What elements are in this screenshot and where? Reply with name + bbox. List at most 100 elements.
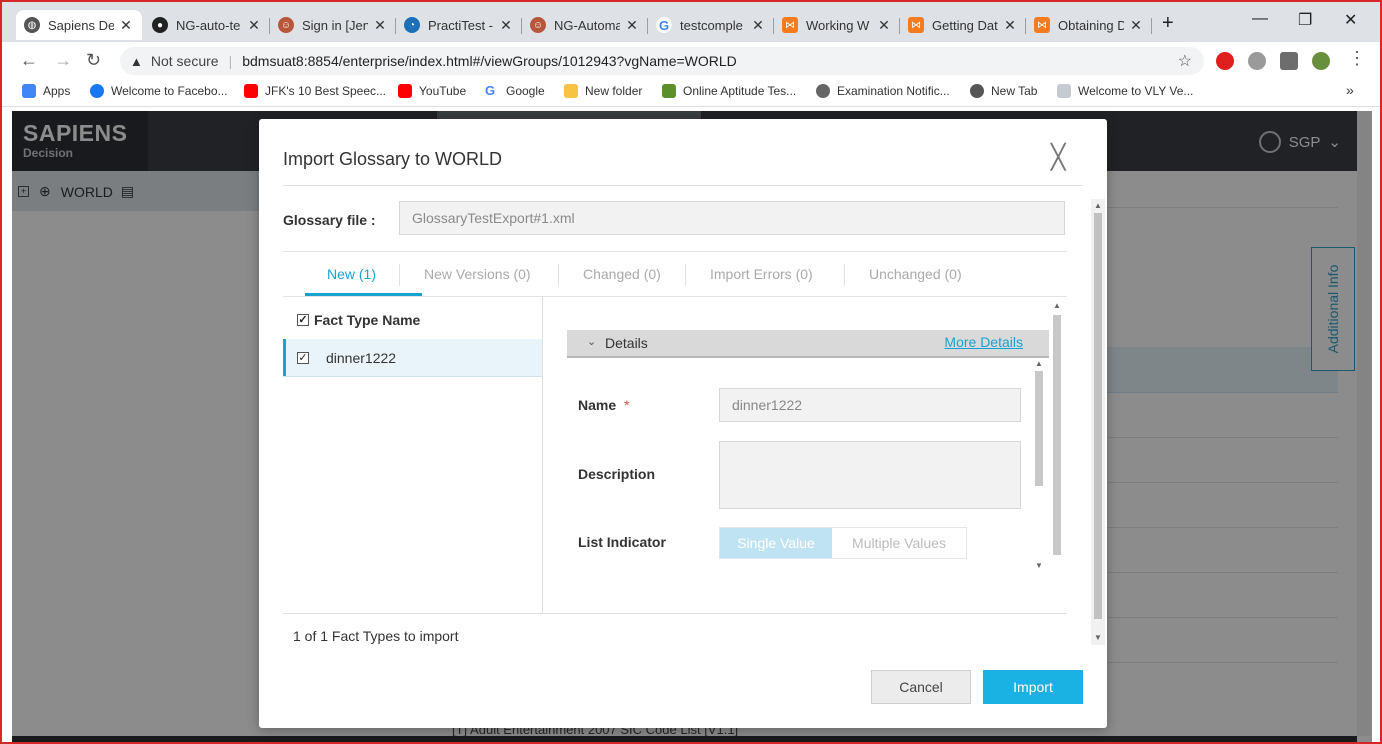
emblem-icon [816, 84, 830, 98]
browser-tab-strip: ◍ Sapiens De ✕ ● NG-auto-te ✕ ☺ Sign in … [2, 2, 1380, 42]
facebook-icon [90, 84, 104, 98]
youtube-icon [244, 84, 258, 98]
browser-tab-jenkins-signin[interactable]: ☺ Sign in [Jen ✕ [270, 10, 396, 40]
browser-menu-icon[interactable]: ⋮ [1348, 48, 1366, 69]
close-icon[interactable]: ╳ [1051, 146, 1065, 170]
youtube-icon [398, 84, 412, 98]
puzzle-icon[interactable] [1280, 52, 1298, 70]
security-status: Not secure [150, 53, 219, 69]
chevron-down-icon: ⌄ [587, 336, 597, 348]
close-icon[interactable]: ✕ [1128, 17, 1144, 34]
bookmark-jfk[interactable]: JFK's 10 Best Speec... [244, 84, 386, 98]
profile-avatar[interactable] [1312, 52, 1330, 70]
close-icon[interactable]: ✕ [118, 17, 134, 34]
more-details-link[interactable]: More Details [944, 334, 1023, 350]
globe-icon: ◍ [24, 17, 40, 33]
url-text[interactable]: bdmsuat8:8854/enterprise/index.html#/vie… [242, 53, 737, 69]
list-item[interactable]: ✓ dinner1222 [283, 339, 542, 376]
details-section-header[interactable]: ⌄ Details More Details [567, 330, 1049, 358]
bookmark-star-icon[interactable]: ☆ [1178, 51, 1192, 71]
panel-scrollbar[interactable]: ▲ [1051, 301, 1063, 571]
description-label: Description [578, 466, 656, 482]
name-field[interactable] [719, 388, 1021, 422]
bookmark-google[interactable]: G Google [485, 83, 545, 99]
fact-type-list: ✓ Fact Type Name ✓ dinner1222 [283, 297, 543, 613]
new-tab-button[interactable]: + [1162, 12, 1174, 35]
window-close-button[interactable]: ✕ [1344, 10, 1357, 30]
select-all-checkbox[interactable]: ✓ Fact Type Name [297, 312, 420, 328]
tab-import-errors[interactable]: Import Errors (0) [710, 266, 813, 282]
tab-new-versions[interactable]: New Versions (0) [424, 266, 531, 282]
close-icon[interactable]: ✕ [876, 17, 892, 34]
reload-icon[interactable]: ↻ [86, 50, 101, 71]
checkbox-checked-icon[interactable]: ✓ [297, 351, 309, 364]
address-bar-row: ← → ↻ ▲ Not secure | bdmsuat8:8854/enter… [2, 42, 1380, 78]
back-arrow-icon[interactable]: ← [20, 50, 38, 71]
bookmark-vly[interactable]: Welcome to VLY Ve... [1057, 84, 1193, 98]
warning-icon: ▲ [130, 53, 143, 69]
single-value-option[interactable]: Single Value [720, 528, 832, 558]
globe-icon [970, 84, 984, 98]
bookmarks-bar: Apps Welcome to Facebo... JFK's 10 Best … [2, 78, 1380, 107]
list-indicator-toggle: Single Value Multiple Values [719, 527, 967, 559]
close-icon[interactable]: ✕ [498, 17, 514, 34]
cancel-button[interactable]: Cancel [871, 670, 971, 704]
google-icon: G [656, 17, 672, 33]
bookmarks-overflow[interactable]: » [1346, 82, 1354, 98]
minimize-button[interactable]: — [1252, 10, 1268, 28]
import-tabs: New (1) New Versions (0) Changed (0) Imp… [283, 252, 1067, 296]
bookmark-youtube[interactable]: YouTube [398, 84, 466, 98]
close-icon[interactable]: ✕ [750, 17, 766, 34]
bookmark-apps[interactable]: Apps [22, 84, 70, 98]
smartbear-icon: ⋈ [908, 17, 924, 33]
github-icon: ● [152, 17, 168, 33]
checkbox-checked-icon[interactable]: ✓ [297, 314, 309, 326]
browser-tab-ng-automation[interactable]: ☺ NG-Automa ✕ [522, 10, 648, 40]
import-glossary-dialog: Import Glossary to WORLD ╳ Glossary file… [259, 119, 1107, 728]
close-icon[interactable]: ✕ [624, 17, 640, 34]
smartbear-icon: ⋈ [782, 17, 798, 33]
smartbear-icon: ⋈ [1034, 17, 1050, 33]
browser-tab-github[interactable]: ● NG-auto-te ✕ [144, 10, 270, 40]
browser-tab-practitest[interactable]: ◔ PractiTest - ✕ [396, 10, 522, 40]
multiple-values-option[interactable]: Multiple Values [832, 528, 966, 558]
tab-changed[interactable]: Changed (0) [583, 266, 661, 282]
details-scrollbar[interactable]: ▲ ▼ [1033, 359, 1045, 571]
dialog-scrollbar[interactable]: ▲ ▼ [1091, 199, 1105, 645]
aptitude-icon [662, 84, 676, 98]
close-icon[interactable]: ✕ [1002, 17, 1018, 34]
practitest-icon: ◔ [404, 17, 420, 33]
page-icon [1057, 84, 1071, 98]
omnibox[interactable]: ▲ Not secure | bdmsuat8:8854/enterprise/… [120, 47, 1204, 75]
description-field[interactable] [719, 441, 1021, 509]
browser-tab-obtaining[interactable]: ⋈ Obtaining D ✕ [1026, 10, 1152, 40]
details-panel: ⌄ Details More Details Name* Description… [543, 297, 1067, 613]
browser-tab-working[interactable]: ⋈ Working W ✕ [774, 10, 900, 40]
bookmark-aptitude[interactable]: Online Aptitude Tes... [662, 84, 796, 98]
close-icon[interactable]: ✕ [372, 17, 388, 34]
folder-icon [564, 84, 578, 98]
restore-button[interactable]: ❐ [1298, 10, 1312, 30]
google-icon: G [485, 83, 496, 98]
glossary-file-field[interactable] [399, 201, 1065, 235]
browser-tab-testcomplete[interactable]: G testcomple ✕ [648, 10, 774, 40]
bookmark-examination[interactable]: Examination Notific... [816, 84, 950, 98]
import-count-text: 1 of 1 Fact Types to import [293, 628, 459, 644]
bookmark-facebook[interactable]: Welcome to Facebo... [90, 84, 228, 98]
jenkins-icon: ☺ [530, 17, 546, 33]
tab-new[interactable]: New (1) [327, 266, 376, 282]
extension-icon[interactable] [1248, 52, 1266, 70]
browser-tab-getting-data[interactable]: ⋈ Getting Dat ✕ [900, 10, 1026, 40]
close-icon[interactable]: ✕ [246, 17, 262, 34]
bookmark-new-folder[interactable]: New folder [564, 84, 642, 98]
import-button[interactable]: Import [983, 670, 1083, 704]
forward-arrow-icon[interactable]: → [54, 50, 72, 71]
tab-unchanged[interactable]: Unchanged (0) [869, 266, 962, 282]
name-label: Name * [578, 397, 630, 413]
apps-grid-icon [22, 84, 36, 98]
opera-extension-icon[interactable] [1216, 52, 1234, 70]
jenkins-icon: ☺ [278, 17, 294, 33]
browser-tab-sapiens[interactable]: ◍ Sapiens De ✕ [16, 10, 142, 40]
dialog-title: Import Glossary to WORLD [283, 149, 503, 169]
bookmark-new-tab[interactable]: New Tab [970, 84, 1037, 98]
